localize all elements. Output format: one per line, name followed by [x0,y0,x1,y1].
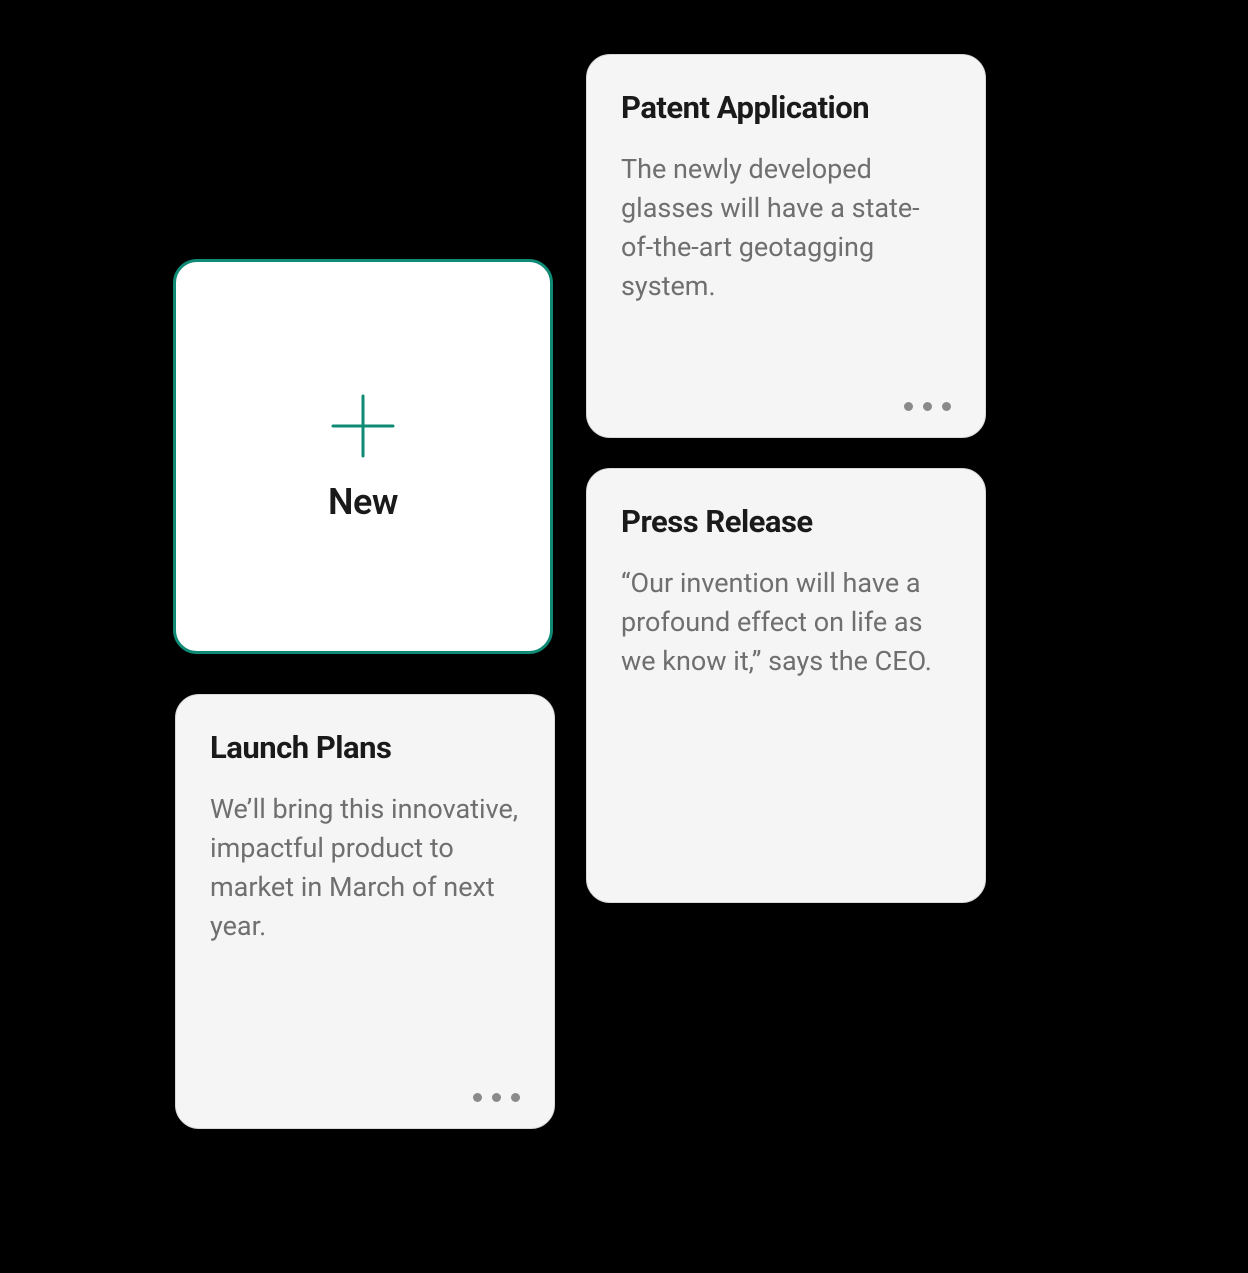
new-card-label: New [328,481,398,523]
document-card-patent[interactable]: Patent Application The newly developed g… [586,54,986,438]
ellipsis-icon [511,1093,520,1102]
more-options-button[interactable] [904,402,951,411]
plus-icon [328,391,398,461]
new-document-card[interactable]: New [173,259,553,654]
ellipsis-icon [492,1093,501,1102]
document-title: Launch Plans [210,729,520,766]
ellipsis-icon [942,402,951,411]
more-options-button[interactable] [473,1093,520,1102]
document-body: The newly developed glasses will have a … [621,150,951,307]
document-title: Press Release [621,503,951,540]
card-grid: New Patent Application The newly develop… [0,0,1248,1273]
ellipsis-icon [923,402,932,411]
document-body: We’ll bring this innovative, impactful p… [210,790,520,947]
ellipsis-icon [473,1093,482,1102]
document-body: “Our invention will have a profound effe… [621,564,951,681]
ellipsis-icon [904,402,913,411]
document-card-launch[interactable]: Launch Plans We’ll bring this innovative… [175,694,555,1129]
document-title: Patent Application [621,89,951,126]
document-card-press[interactable]: Press Release “Our invention will have a… [586,468,986,903]
